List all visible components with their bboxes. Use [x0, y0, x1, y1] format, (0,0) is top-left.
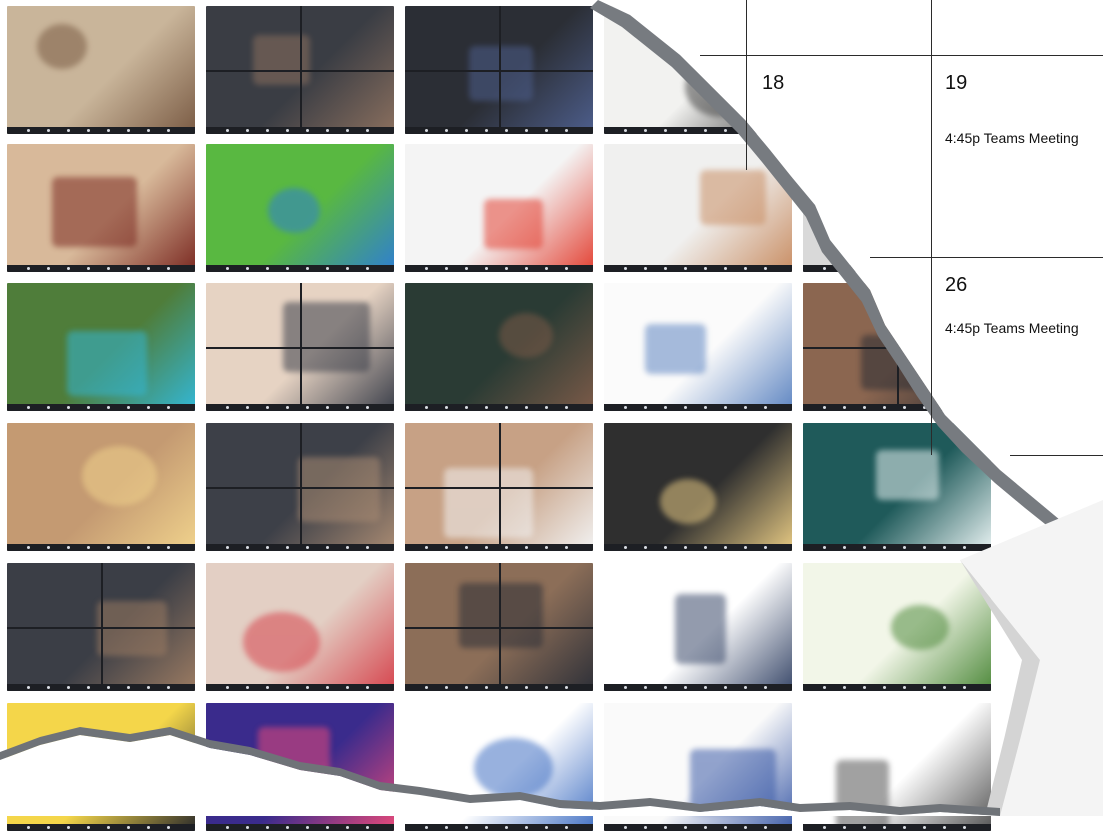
toolbar-dot: [923, 826, 926, 829]
toolbar-dot: [286, 826, 289, 829]
call-toolbar: [7, 824, 195, 831]
call-toolbar: [803, 824, 991, 831]
toolbar-dot: [644, 826, 647, 829]
toolbar-dot: [505, 826, 508, 829]
toolbar-dot: [565, 826, 568, 829]
toolbar-dot: [664, 826, 667, 829]
torn-paper-overlay: [0, 0, 1103, 816]
toolbar-dot: [465, 826, 468, 829]
toolbar-dot: [326, 826, 329, 829]
toolbar-dot: [147, 826, 150, 829]
toolbar-dot: [843, 826, 846, 829]
toolbar-dot: [107, 826, 110, 829]
toolbar-dot: [67, 826, 70, 829]
toolbar-dot: [963, 826, 966, 829]
toolbar-dot: [525, 826, 528, 829]
toolbar-dot: [704, 826, 707, 829]
toolbar-dot: [624, 826, 627, 829]
toolbar-dot: [684, 826, 687, 829]
toolbar-dot: [724, 826, 727, 829]
toolbar-dot: [87, 826, 90, 829]
toolbar-dot: [226, 826, 229, 829]
toolbar-dot: [366, 826, 369, 829]
toolbar-dot: [903, 826, 906, 829]
toolbar-dot: [425, 826, 428, 829]
call-toolbar: [206, 824, 394, 831]
toolbar-dot: [246, 826, 249, 829]
toolbar-dot: [764, 826, 767, 829]
toolbar-dot: [545, 826, 548, 829]
toolbar-dot: [883, 826, 886, 829]
toolbar-dot: [863, 826, 866, 829]
toolbar-dot: [306, 826, 309, 829]
toolbar-dot: [167, 826, 170, 829]
toolbar-dot: [485, 826, 488, 829]
toolbar-dot: [744, 826, 747, 829]
toolbar-dot: [445, 826, 448, 829]
toolbar-dot: [823, 826, 826, 829]
toolbar-dot: [47, 826, 50, 829]
call-toolbar: [604, 824, 792, 831]
toolbar-dot: [346, 826, 349, 829]
toolbar-dot: [943, 826, 946, 829]
toolbar-dot: [127, 826, 130, 829]
toolbar-dot: [266, 826, 269, 829]
toolbar-dot: [27, 826, 30, 829]
call-toolbar: [405, 824, 593, 831]
